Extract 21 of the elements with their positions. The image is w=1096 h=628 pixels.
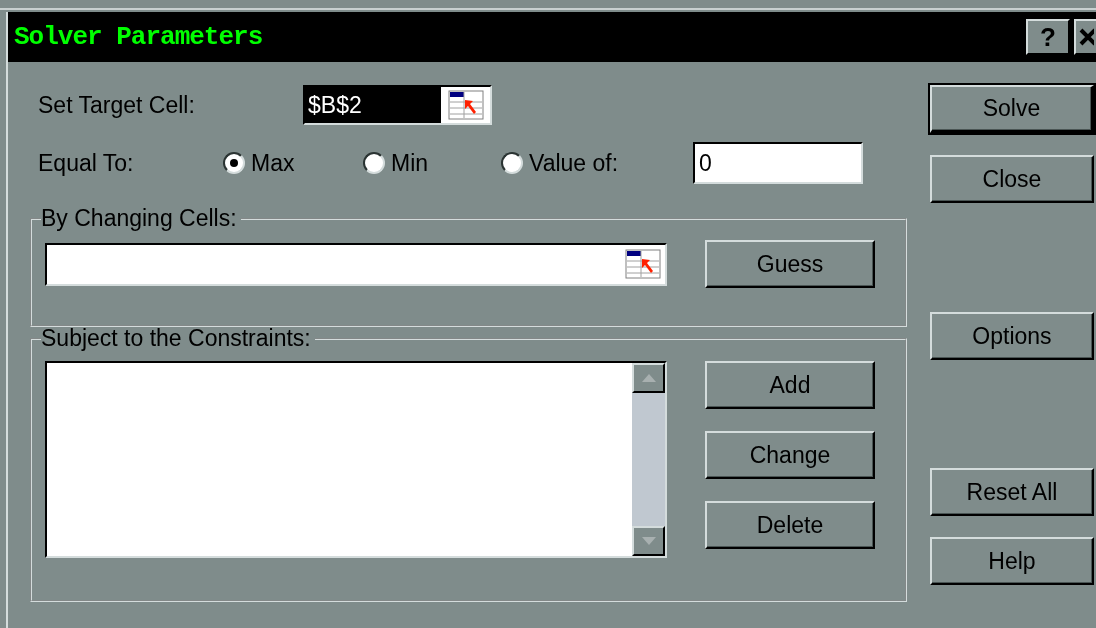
dialog-button[interactable]: Close bbox=[930, 155, 1094, 203]
dialog-button[interactable]: Options bbox=[930, 312, 1094, 360]
dialog-button[interactable]: Reset All bbox=[930, 468, 1094, 516]
field-value: $B$2 bbox=[305, 87, 441, 123]
dialog-button[interactable]: Help bbox=[930, 537, 1094, 585]
target-cell-field[interactable]: $B$2 bbox=[303, 85, 492, 125]
radio-option[interactable]: Max bbox=[223, 149, 363, 177]
constraint-button[interactable]: Delete bbox=[705, 501, 875, 549]
group-title: By Changing Cells: bbox=[41, 205, 238, 232]
equal-to-label: Equal To: bbox=[37, 149, 135, 177]
guess-button[interactable]: Guess bbox=[705, 240, 875, 288]
constraint-button[interactable]: Add bbox=[705, 361, 875, 409]
radio-option[interactable]: Min bbox=[363, 149, 501, 177]
window-title: Solver Parameters bbox=[14, 22, 263, 52]
constraint-button[interactable]: Change bbox=[705, 431, 875, 479]
radio-option[interactable]: Value of: bbox=[501, 149, 693, 177]
group-title: Subject to the Constraints: bbox=[41, 325, 312, 352]
help-button[interactable]: ? bbox=[1026, 19, 1070, 55]
value-field[interactable]: 0 bbox=[693, 142, 863, 184]
dialog-button[interactable]: Solve bbox=[930, 85, 1094, 133]
target-cell-label: Set Target Cell: bbox=[37, 91, 196, 119]
